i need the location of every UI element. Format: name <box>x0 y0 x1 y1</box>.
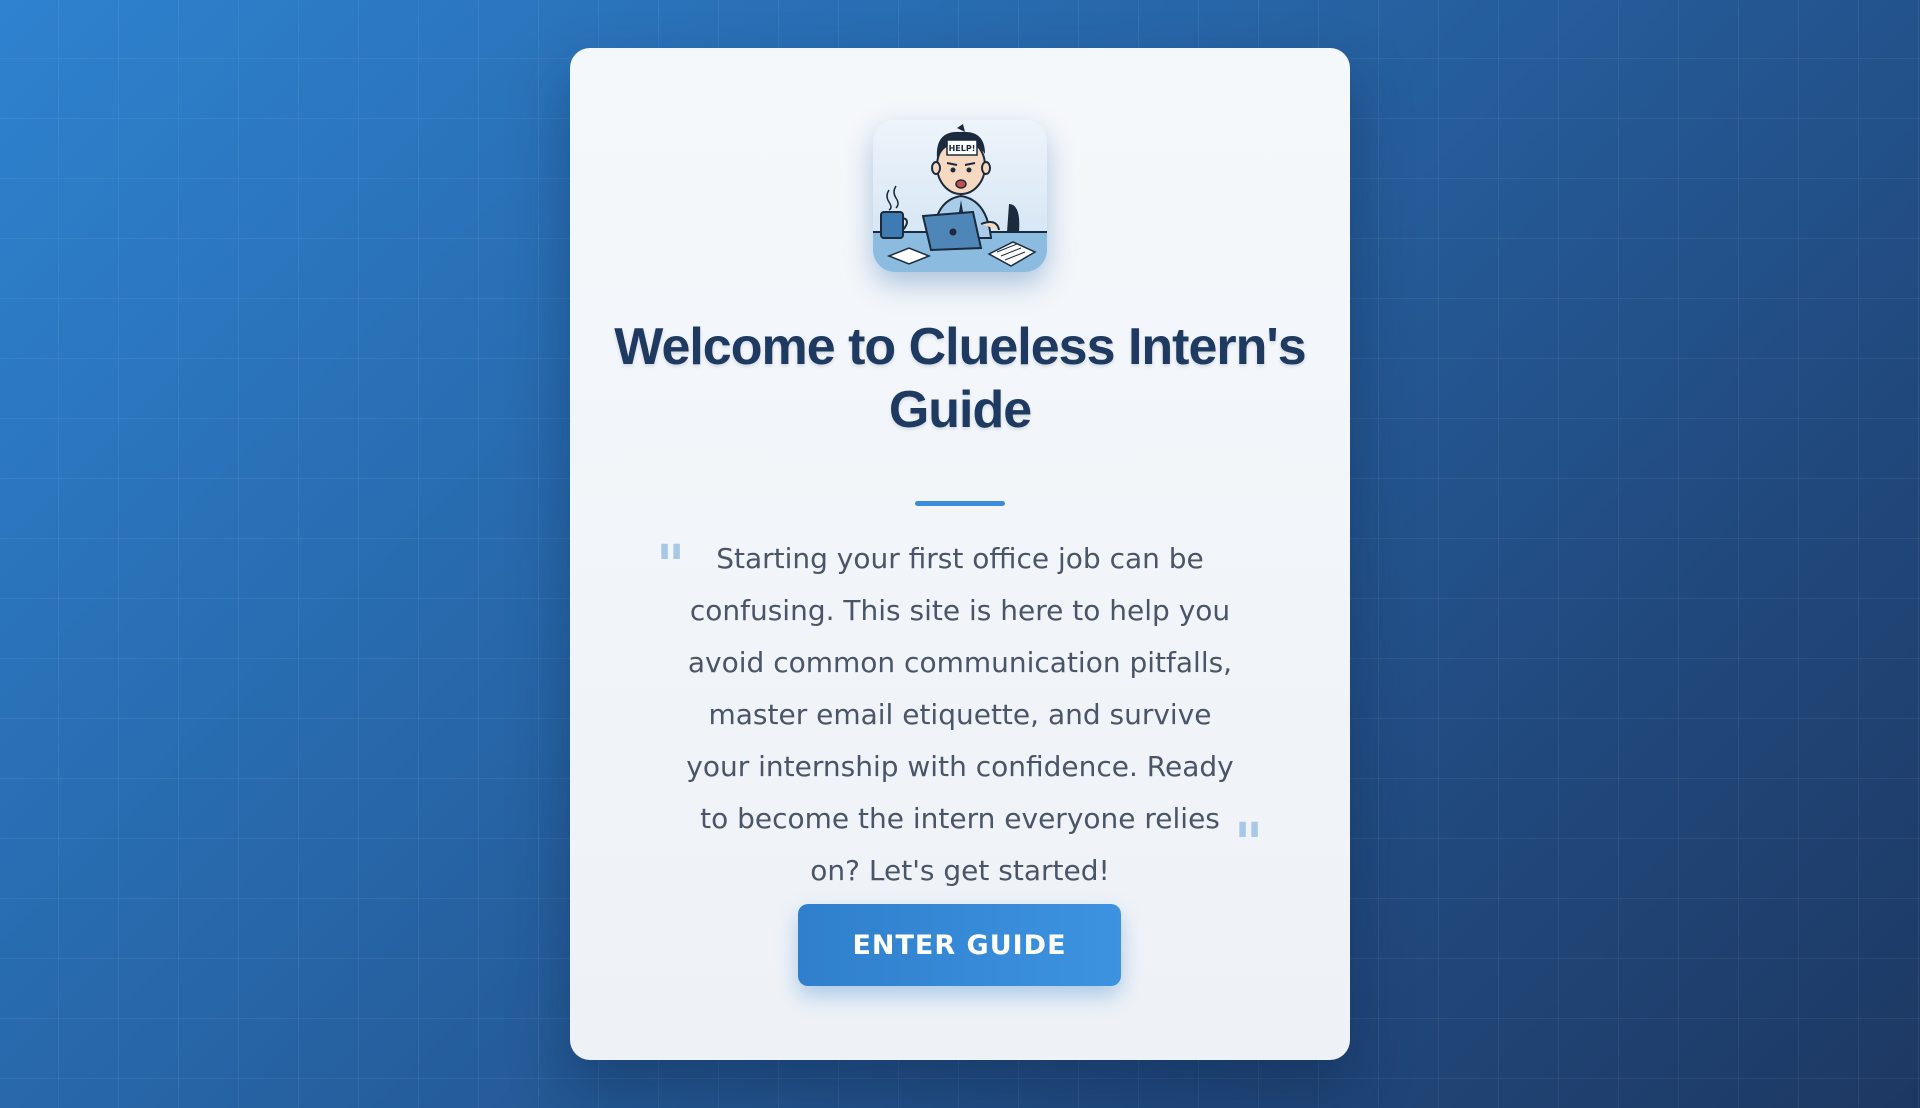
mascot-sign-text: HELP! <box>949 144 976 153</box>
title-underline-divider <box>915 501 1005 506</box>
welcome-card: HELP! Welcome to Clueless Intern's Guide… <box>570 48 1350 1060</box>
intro-paragraph: Starting your first office job can be co… <box>686 542 1234 887</box>
enter-guide-button[interactable]: ENTER GUIDE <box>798 904 1121 986</box>
intern-mascot-image: HELP! <box>873 120 1047 272</box>
page-title: Welcome to Clueless Intern's Guide <box>614 318 1306 439</box>
quote-close-icon: " <box>1234 811 1264 877</box>
